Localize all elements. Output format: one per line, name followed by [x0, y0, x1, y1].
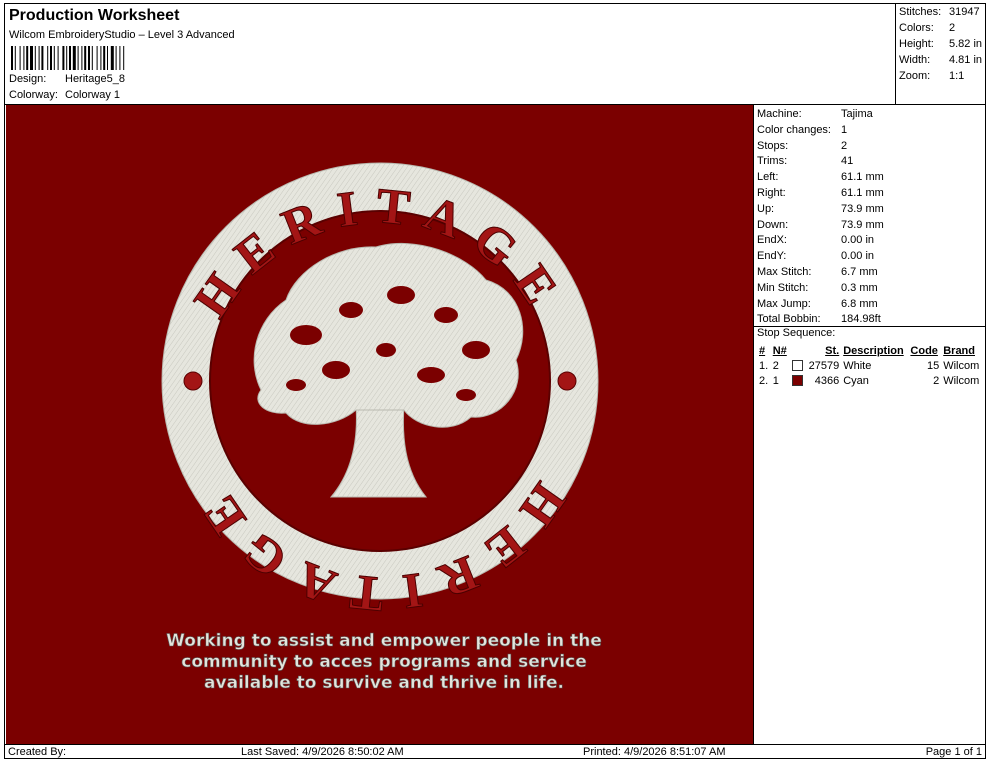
ring-dot-right: [557, 371, 577, 391]
machine-info-row: EndY: 0.00 in: [757, 250, 875, 263]
stop-sequence-header: # N# St. Description Code Brand: [757, 343, 983, 358]
design-preview[interactable]: HERITAGE HERITAGE Working to assist and …: [6, 105, 753, 745]
machine-info-row: Right: 61.1 mm: [757, 187, 884, 199]
last-saved: Last Saved: 4/9/2026 8:50:02 AM: [241, 746, 404, 758]
machine-panel: Machine: Tajima Color changes: 1 Stops: 2 Trim…: [753, 105, 985, 745]
stat-width: Width: 4.81 in: [899, 54, 983, 66]
machine-info-row: Trims: 41: [757, 155, 854, 168]
table-row[interactable]: 1. 2 27579 White 15 Wilcom: [757, 358, 983, 373]
machine-info-row: Color changes: 1: [757, 123, 848, 136]
stat-stitches: Stitches: 31947: [899, 6, 980, 18]
colorway-row: Colorway: Colorway 1: [9, 89, 120, 101]
table-row[interactable]: 2. 1 4366 Cyan 2 Wilcom: [757, 373, 983, 388]
slogan-line-2: community to acces programs and service: [181, 652, 586, 672]
footer: Created By: Last Saved: 4/9/2026 8:50:02…: [5, 744, 985, 760]
stat-colors: Colors: 2: [899, 22, 956, 34]
color-swatch: [791, 360, 803, 372]
stats-box: Stitches: 31947 Colors: 2 Height: 5.82 in W…: [895, 4, 987, 104]
stop-sequence-table: # N# St. Description Code Brand 1. 2 275…: [757, 343, 983, 388]
machine-info-row: Min Stitch: 0.3 mm: [757, 281, 878, 294]
stop-sequence-title: Stop Sequence:: [757, 327, 836, 339]
stat-height: Height: 5.82 in: [899, 38, 983, 50]
design-row: Design: Heritage5_8: [9, 73, 125, 85]
col-brand: Brand: [943, 344, 975, 357]
worksheet: Production Worksheet Wilcom EmbroiderySt…: [4, 3, 986, 759]
slogan-line-1: Working to assist and empower people in …: [166, 631, 602, 651]
ring-dot-left: [183, 371, 203, 391]
colorway-name: Colorway 1: [65, 89, 121, 101]
barcode: [11, 46, 125, 70]
machine-info-row: Left: 61.1 mm: [757, 171, 884, 184]
col-n: N#: [772, 344, 787, 357]
app-name: Wilcom EmbroideryStudio – Level 3 Advanc…: [9, 29, 235, 41]
col-desc: Description: [843, 344, 904, 357]
printed-date: Printed: 4/9/2026 8:51:07 AM: [583, 746, 726, 758]
created-by: Created By:: [8, 746, 67, 758]
col-st: St.: [825, 344, 840, 357]
machine-info-row: Machine: Tajima: [757, 108, 873, 120]
col-code: Code: [910, 344, 938, 357]
machine-info-row: Down: 73.9 mm: [757, 218, 884, 231]
machine-info-row: Max Stitch: 6.7 mm: [757, 266, 878, 278]
design-label: Design:: [9, 73, 47, 85]
color-swatch: [791, 375, 803, 387]
page-title: Production Worksheet: [9, 7, 180, 24]
col-num: #: [759, 344, 766, 357]
header: Production Worksheet Wilcom EmbroiderySt…: [5, 4, 895, 104]
page-number: Page 1 of 1: [925, 746, 982, 758]
machine-info-row: Up: 73.9 mm: [757, 202, 884, 215]
embroidery-design: HERITAGE HERITAGE Working to assist and …: [161, 162, 602, 693]
slogan-line-3: available to survive and thrive in life.: [204, 673, 564, 693]
colorway-label: Colorway:: [9, 89, 58, 101]
machine-info-row: Max Jump: 6.8 mm: [757, 297, 878, 310]
machine-info-row: Stops: 2: [757, 139, 848, 152]
stat-zoom: Zoom: 1:1: [899, 70, 965, 82]
machine-info-row: EndX: 0.00 in: [757, 234, 875, 247]
col-swatch: [790, 343, 806, 358]
design-name: Heritage5_8: [65, 73, 125, 85]
